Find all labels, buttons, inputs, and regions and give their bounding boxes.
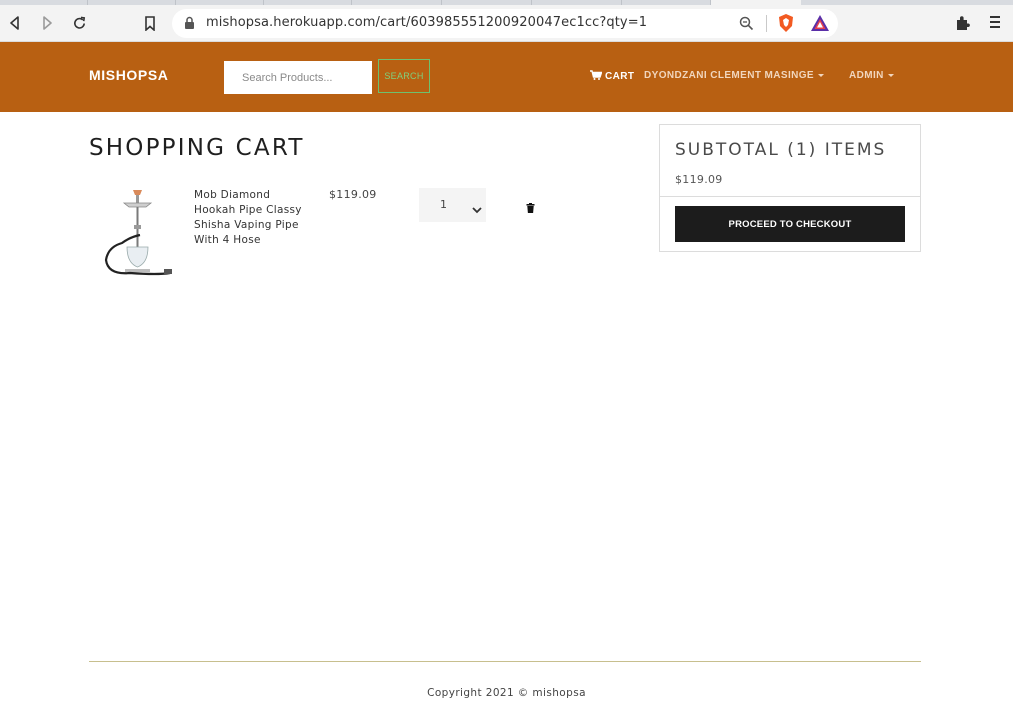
zoom-icon[interactable] (739, 16, 754, 36)
search-button[interactable]: SEARCH (378, 59, 430, 93)
caret-down-icon (887, 73, 894, 77)
cart-icon (590, 70, 603, 83)
reload-icon[interactable] (69, 13, 89, 33)
back-icon[interactable] (5, 13, 25, 33)
search-input[interactable] (224, 61, 372, 94)
nav-cart-label: CART (605, 71, 635, 82)
order-summary-header: SUBTOTAL (1) ITEMS $119.09 (660, 125, 920, 197)
footer-divider (89, 661, 921, 662)
product-image[interactable] (100, 185, 175, 280)
subtotal-price: $119.09 (675, 173, 723, 186)
admin-dropdown-label: ADMIN (849, 70, 884, 81)
order-summary-card: SUBTOTAL (1) ITEMS $119.09 PROCEED TO CH… (659, 124, 921, 252)
site-navbar: MISHOPSA SEARCH CART DYONDZANI CLEMENT M… (0, 42, 1013, 112)
brave-shield-icon[interactable] (777, 13, 795, 38)
remove-item-button[interactable] (526, 200, 536, 213)
product-price: $119.09 (329, 188, 377, 201)
brave-rewards-icon[interactable] (810, 14, 830, 37)
user-dropdown[interactable]: DYONDZANI CLEMENT MASINGE (644, 70, 824, 81)
proceed-to-checkout-button[interactable]: PROCEED TO CHECKOUT (675, 206, 905, 242)
trash-icon (526, 200, 535, 217)
url-separator (766, 15, 767, 32)
browser-toolbar: mishopsa.herokuapp.com/cart/603985551200… (0, 5, 1013, 42)
address-bar[interactable]: mishopsa.herokuapp.com/cart/603985551200… (172, 9, 838, 38)
quantity-value: 1 (440, 198, 447, 211)
menu-icon[interactable] (989, 15, 1001, 34)
caret-down-icon (818, 73, 824, 77)
quantity-select[interactable]: 1 (419, 188, 486, 222)
bookmark-icon[interactable] (140, 13, 160, 33)
admin-dropdown[interactable]: ADMIN (849, 70, 894, 81)
lock-icon (184, 16, 195, 35)
product-name-link[interactable]: Mob Diamond Hookah Pipe Classy Shisha Va… (194, 188, 314, 248)
subtotal-title: SUBTOTAL (1) ITEMS (675, 140, 887, 160)
chevron-down-icon (472, 201, 482, 219)
extensions-icon[interactable] (954, 15, 971, 37)
page-title: SHOPPING CART (89, 135, 305, 161)
forward-icon[interactable] (37, 13, 57, 33)
url-text: mishopsa.herokuapp.com/cart/603985551200… (206, 15, 648, 30)
nav-cart-link[interactable]: CART (590, 70, 634, 83)
user-dropdown-label: DYONDZANI CLEMENT MASINGE (644, 70, 814, 81)
site-brand[interactable]: MISHOPSA (89, 67, 168, 83)
footer-copyright: Copyright 2021 © mishopsa (427, 687, 586, 699)
